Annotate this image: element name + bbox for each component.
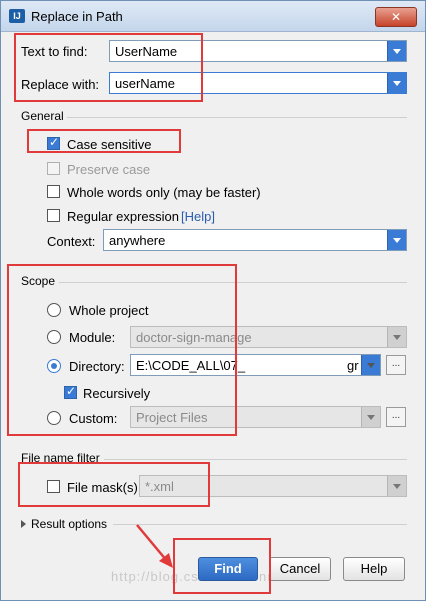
replace-with-input[interactable]: userName	[109, 72, 407, 94]
directory-radio[interactable]	[47, 359, 61, 373]
regex-checkbox[interactable]	[47, 209, 60, 222]
replace-with-value: userName	[115, 76, 175, 91]
scope-section-title: Scope	[21, 274, 56, 288]
general-section-title: General	[21, 109, 64, 123]
text-to-find-label: Text to find:	[21, 44, 88, 59]
custom-value: Project Files	[136, 410, 208, 425]
directory-label[interactable]: Directory:	[69, 359, 125, 374]
directory-input[interactable]: E:\CODE_ALL\07_ gr	[130, 354, 381, 376]
context-dropdown-icon[interactable]	[387, 230, 406, 250]
title-bar: IJ Replace in Path ✕	[1, 1, 425, 32]
custom-select[interactable]: Project Files	[130, 406, 381, 428]
case-sensitive-label[interactable]: Case sensitive	[67, 137, 152, 152]
regex-label[interactable]: Regular expression	[67, 209, 179, 224]
result-options-toggle[interactable]: Result options	[31, 517, 107, 531]
module-dropdown-icon[interactable]	[387, 327, 406, 347]
custom-browse-button[interactable]: ...	[386, 407, 406, 427]
file-mask-value: *.xml	[145, 479, 174, 494]
whole-words-checkbox[interactable]	[47, 185, 60, 198]
directory-value: E:\CODE_ALL\07_	[136, 358, 246, 373]
file-mask-input[interactable]: *.xml	[139, 475, 407, 497]
whole-project-radio[interactable]	[47, 303, 61, 317]
replace-with-dropdown-icon[interactable]	[387, 73, 406, 93]
find-button[interactable]: Find	[198, 557, 258, 581]
whole-words-label[interactable]: Whole words only (may be faster)	[67, 185, 261, 200]
case-sensitive-checkbox[interactable]	[47, 135, 60, 150]
intellij-icon: IJ	[9, 9, 25, 23]
custom-label[interactable]: Custom:	[69, 411, 117, 426]
custom-dropdown-icon[interactable]	[361, 407, 380, 427]
general-divider	[67, 117, 407, 118]
file-mask-label[interactable]: File mask(s)	[67, 480, 138, 495]
module-label[interactable]: Module:	[69, 330, 115, 345]
directory-dropdown-icon[interactable]	[361, 355, 380, 375]
close-button[interactable]: ✕	[375, 7, 417, 27]
scope-divider	[59, 282, 407, 283]
regex-help-link[interactable]: [Help]	[181, 209, 215, 224]
context-select[interactable]: anywhere	[103, 229, 407, 251]
whole-project-label[interactable]: Whole project	[69, 303, 148, 318]
annotation-arrow-icon	[136, 524, 173, 568]
context-label: Context:	[47, 234, 96, 249]
text-to-find-input[interactable]: UserName	[109, 40, 407, 62]
expand-triangle-icon[interactable]	[21, 520, 26, 528]
replace-in-path-dialog: IJ Replace in Path ✕ Text to find: UserN…	[0, 0, 426, 601]
window-title: Replace in Path	[31, 9, 123, 24]
recursively-label[interactable]: Recursively	[83, 386, 150, 401]
preserve-case-label: Preserve case	[67, 162, 151, 177]
help-button[interactable]: Help	[343, 557, 405, 581]
file-filter-divider	[104, 459, 407, 460]
recursively-checkbox[interactable]	[64, 384, 77, 399]
file-mask-checkbox[interactable]	[47, 480, 60, 493]
text-to-find-value: UserName	[115, 44, 178, 59]
replace-with-label: Replace with:	[21, 77, 100, 92]
module-select[interactable]: doctor-sign-manage	[130, 326, 407, 348]
file-mask-dropdown-icon[interactable]	[387, 476, 406, 496]
module-value: doctor-sign-manage	[136, 330, 252, 345]
directory-browse-button[interactable]: ...	[386, 355, 406, 375]
cancel-button[interactable]: Cancel	[269, 557, 331, 581]
directory-value-end: gr	[347, 358, 359, 373]
text-to-find-dropdown-icon[interactable]	[387, 41, 406, 61]
context-value: anywhere	[109, 233, 166, 248]
module-radio[interactable]	[47, 330, 61, 344]
custom-radio[interactable]	[47, 411, 61, 425]
preserve-case-checkbox[interactable]	[47, 162, 60, 175]
file-filter-section-title: File name filter	[21, 451, 100, 465]
